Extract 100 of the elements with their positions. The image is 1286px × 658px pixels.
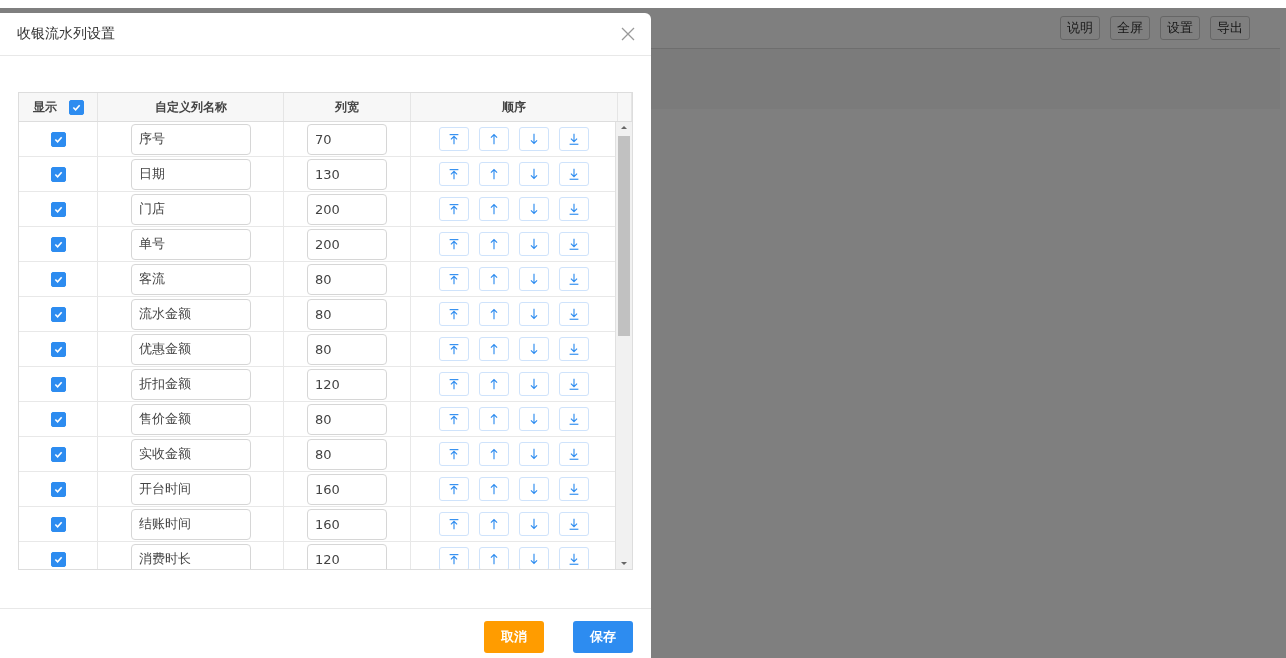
column-width-field[interactable]: 80 <box>307 263 387 295</box>
move-top-button[interactable] <box>439 547 469 569</box>
move-up-button[interactable] <box>479 442 509 466</box>
move-top-button[interactable] <box>439 407 469 431</box>
column-name-field[interactable]: 消费时长 <box>130 543 251 569</box>
move-down-button[interactable] <box>519 162 549 186</box>
column-name-field[interactable]: 开台时间 <box>130 473 251 505</box>
show-checkbox[interactable] <box>50 271 66 287</box>
move-top-button[interactable] <box>439 162 469 186</box>
show-checkbox[interactable] <box>50 481 66 497</box>
move-down-button[interactable] <box>519 372 549 396</box>
close-icon[interactable] <box>621 27 635 41</box>
column-name-field[interactable]: 日期 <box>130 158 251 190</box>
toolbar-button[interactable]: 说明 <box>1060 16 1100 40</box>
toolbar-button[interactable]: 全屏 <box>1110 16 1150 40</box>
show-checkbox[interactable] <box>50 341 66 357</box>
move-bottom-button[interactable] <box>559 372 589 396</box>
move-down-button[interactable] <box>519 197 549 221</box>
column-width-field[interactable]: 80 <box>307 438 387 470</box>
move-up-button[interactable] <box>479 162 509 186</box>
column-header: 自定义列名称 <box>154 98 227 116</box>
move-top-button[interactable] <box>439 267 469 291</box>
column-name-field[interactable]: 客流 <box>130 263 251 295</box>
show-checkbox[interactable] <box>50 516 66 532</box>
column-name-field[interactable]: 折扣金额 <box>130 368 251 400</box>
column-name-field[interactable]: 优惠金额 <box>130 333 251 365</box>
move-top-button[interactable] <box>439 512 469 536</box>
show-checkbox[interactable] <box>50 166 66 182</box>
move-up-button[interactable] <box>479 547 509 569</box>
show-checkbox[interactable] <box>50 446 66 462</box>
move-bottom-button[interactable] <box>559 232 589 256</box>
move-top-button[interactable] <box>439 372 469 396</box>
move-up-button[interactable] <box>479 337 509 361</box>
show-checkbox[interactable] <box>50 131 66 147</box>
move-down-button[interactable] <box>519 267 549 291</box>
move-bottom-button[interactable] <box>559 337 589 361</box>
show-checkbox[interactable] <box>50 376 66 392</box>
toolbar-button[interactable]: 设置 <box>1160 16 1200 40</box>
column-name-field[interactable]: 序号 <box>130 123 251 155</box>
column-name-field[interactable]: 单号 <box>130 228 251 260</box>
column-width-field[interactable]: 200 <box>307 193 387 225</box>
column-width-field[interactable]: 80 <box>307 403 387 435</box>
column-name-field[interactable]: 流水金额 <box>130 298 251 330</box>
move-down-button[interactable] <box>519 477 549 501</box>
select-all-checkbox[interactable] <box>68 99 84 115</box>
move-bottom-button[interactable] <box>559 477 589 501</box>
move-up-button[interactable] <box>479 477 509 501</box>
move-down-button[interactable] <box>519 512 549 536</box>
column-width-field[interactable]: 160 <box>307 473 387 505</box>
move-down-button[interactable] <box>519 232 549 256</box>
column-width-field[interactable]: 120 <box>307 543 387 569</box>
column-name-field[interactable]: 售价金额 <box>130 403 251 435</box>
column-name-field[interactable]: 结账时间 <box>130 508 251 540</box>
move-up-button[interactable] <box>479 127 509 151</box>
toolbar-button[interactable]: 导出 <box>1210 16 1250 40</box>
column-width-field[interactable]: 80 <box>307 333 387 365</box>
move-bottom-button[interactable] <box>559 267 589 291</box>
column-width-field[interactable]: 160 <box>307 508 387 540</box>
move-top-button[interactable] <box>439 477 469 501</box>
column-width-field[interactable]: 120 <box>307 368 387 400</box>
move-down-button[interactable] <box>519 547 549 569</box>
move-top-button[interactable] <box>439 302 469 326</box>
show-checkbox[interactable] <box>50 306 66 322</box>
move-bottom-icon <box>567 167 581 181</box>
move-down-button[interactable] <box>519 127 549 151</box>
show-checkbox[interactable] <box>50 236 66 252</box>
move-up-button[interactable] <box>479 267 509 291</box>
column-width-field[interactable]: 130 <box>307 158 387 190</box>
show-checkbox[interactable] <box>50 551 66 567</box>
move-top-button[interactable] <box>439 337 469 361</box>
column-width-field[interactable]: 80 <box>307 298 387 330</box>
column-name-field[interactable]: 门店 <box>130 193 251 225</box>
move-top-button[interactable] <box>439 232 469 256</box>
move-up-button[interactable] <box>479 512 509 536</box>
move-top-button[interactable] <box>439 442 469 466</box>
move-down-button[interactable] <box>519 407 549 431</box>
move-top-button[interactable] <box>439 197 469 221</box>
show-checkbox[interactable] <box>50 201 66 217</box>
move-up-button[interactable] <box>479 232 509 256</box>
column-width-field[interactable]: 70 <box>307 123 387 155</box>
move-up-button[interactable] <box>479 372 509 396</box>
move-top-button[interactable] <box>439 127 469 151</box>
move-bottom-button[interactable] <box>559 197 589 221</box>
move-bottom-button[interactable] <box>559 407 589 431</box>
move-down-button[interactable] <box>519 302 549 326</box>
move-bottom-button[interactable] <box>559 162 589 186</box>
scrollbar[interactable] <box>615 122 632 569</box>
move-up-button[interactable] <box>479 407 509 431</box>
move-bottom-button[interactable] <box>559 442 589 466</box>
move-bottom-button[interactable] <box>559 302 589 326</box>
move-bottom-button[interactable] <box>559 547 589 569</box>
move-up-button[interactable] <box>479 302 509 326</box>
move-down-button[interactable] <box>519 337 549 361</box>
show-checkbox[interactable] <box>50 411 66 427</box>
move-bottom-button[interactable] <box>559 512 589 536</box>
move-bottom-button[interactable] <box>559 127 589 151</box>
column-name-field[interactable]: 实收金额 <box>130 438 251 470</box>
column-width-field[interactable]: 200 <box>307 228 387 260</box>
move-up-button[interactable] <box>479 197 509 221</box>
move-down-button[interactable] <box>519 442 549 466</box>
